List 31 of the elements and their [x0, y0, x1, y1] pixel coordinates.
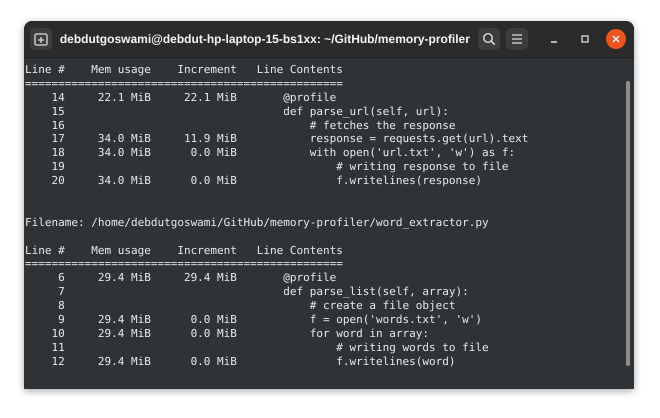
terminal-line: 20 34.0 MiB 0.0 MiB f.writelines(response)	[50, 174, 483, 188]
terminal-line: 8 # create a file object	[57, 299, 456, 314]
minimize-icon	[550, 41, 558, 43]
window-title: debdutgoswami@debdut-hp-laptop-15-bs1xx: ~/GitHub/memory-profiler	[58, 32, 471, 46]
terminal-line: ================================================	[25, 76, 344, 91]
search-icon	[482, 32, 496, 46]
terminal-line: 9 29.4 MiB 0.0 MiB f = open('words.txt', 'w')	[57, 313, 483, 327]
terminal-line: 16 # fetches the response	[50, 118, 456, 132]
terminal-line: 19 # writing response to file	[50, 160, 510, 174]
terminal-line: Line # Mem usage Increment Line Contents	[25, 244, 344, 258]
terminal-line: Filename: /home/debdutgoswami/GitHub/memory-profiler/word_extractor.py	[25, 216, 490, 230]
menu-button[interactable]	[506, 28, 528, 50]
scrollbar[interactable]	[626, 81, 630, 366]
search-button[interactable]	[478, 28, 500, 50]
terminal-line: 18 34.0 MiB 0.0 MiB with open('url.txt', 'w') as f:	[50, 146, 516, 160]
terminal-line: 17 34.0 MiB 11.9 MiB response = requests.get(url).text	[50, 132, 530, 146]
terminal-line: 10 29.4 MiB 0.0 MiB for word in array:	[50, 326, 430, 341]
terminal-line: 7 def parse_list(self, array):	[57, 285, 470, 300]
terminal-line: 12 29.4 MiB 0.0 MiB f.writelines(word)	[50, 354, 456, 369]
terminal-line: 14 22.1 MiB 22.1 MiB @profile	[50, 90, 338, 105]
terminal-line: Line # Mem usage Increment Line Contents	[25, 63, 344, 77]
terminal-line: 15 def parse_url(self, url):	[50, 104, 450, 119]
maximize-icon	[580, 34, 590, 44]
terminal-line: 6 29.4 MiB 29.4 MiB @profile	[57, 271, 338, 286]
close-icon	[612, 35, 620, 43]
new-tab-icon	[34, 32, 48, 46]
menu-icon	[510, 34, 523, 44]
close-button[interactable]	[606, 29, 626, 49]
new-tab-button[interactable]	[30, 28, 52, 50]
terminal-line: ================================================	[25, 257, 344, 272]
terminal-line: 11 # writing words to file	[50, 340, 490, 355]
